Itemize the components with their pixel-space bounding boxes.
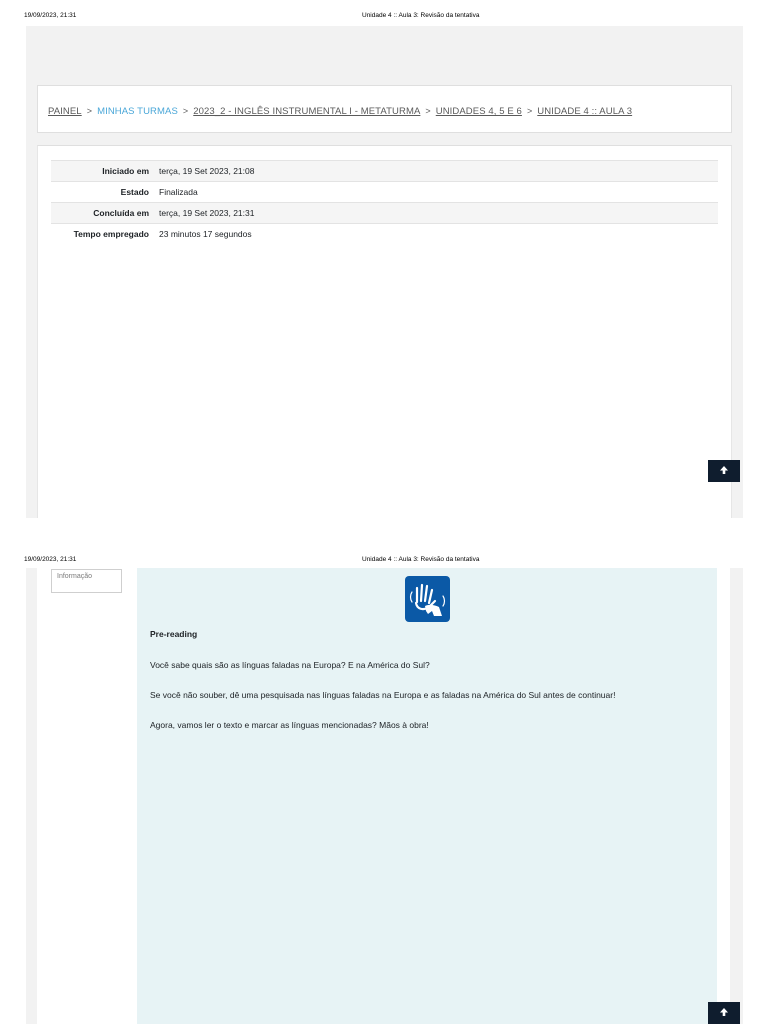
- breadcrumb-item-painel[interactable]: PAINEL: [48, 106, 82, 117]
- question-paragraph: Você sabe quais são as línguas faladas n…: [150, 660, 430, 670]
- table-row: Estado Finalizada: [51, 181, 718, 203]
- breadcrumb-item-section[interactable]: UNIDADES 4, 5 E 6: [436, 106, 522, 117]
- print-timestamp: 19/09/2023, 21:31: [24, 12, 77, 19]
- arrow-up-icon: [720, 1008, 728, 1016]
- back-to-top-button[interactable]: [708, 1002, 740, 1024]
- summary-label-time-taken: Tempo empregado: [73, 229, 149, 239]
- print-page-title: Unidade 4 :: Aula 3: Revisão da tentativ…: [362, 12, 480, 19]
- print-header: 19/09/2023, 21:31 Unidade 4 :: Aula 3: R…: [0, 552, 768, 566]
- summary-value-started: terça, 19 Set 2023, 21:08: [159, 166, 255, 176]
- table-row: Iniciado em terça, 19 Set 2023, 21:08: [51, 160, 718, 182]
- arrow-up-icon: [720, 466, 728, 474]
- question-info-box: Informação: [51, 569, 122, 593]
- table-row: Tempo empregado 23 minutos 17 segundos: [51, 223, 718, 244]
- breadcrumb-card: PAINEL > MINHAS TURMAS >2023_2 - INGLÊS INS…: [37, 85, 732, 133]
- breadcrumb-item-activity[interactable]: UNIDADE 4 :: AULA 3: [537, 106, 632, 117]
- attempt-summary-table: Iniciado em terça, 19 Set 2023, 21:08 Es…: [51, 160, 718, 244]
- summary-value-completed: terça, 19 Set 2023, 21:31: [159, 208, 255, 218]
- question-paragraph: Agora, vamos ler o texto e marcar as lín…: [150, 720, 429, 730]
- table-row: Concluída em terça, 19 Set 2023, 21:31: [51, 202, 718, 224]
- attempt-summary-card: Iniciado em terça, 19 Set 2023, 21:08 Es…: [37, 145, 732, 518]
- print-page-title: Unidade 4 :: Aula 3: Revisão da tentativ…: [362, 556, 480, 563]
- breadcrumb-item-minhas-turmas[interactable]: MINHAS TURMAS: [97, 106, 178, 117]
- question-info-label: Informação: [57, 573, 93, 580]
- breadcrumb-separator: >: [182, 106, 189, 116]
- summary-label-state: Estado: [120, 187, 149, 197]
- question-heading: Pre-reading: [150, 629, 198, 639]
- question-paragraph: Se você não souber, dê uma pesquisada na…: [150, 690, 616, 700]
- summary-value-state: Finalizada: [159, 187, 198, 197]
- summary-value-time-taken: 23 minutos 17 segundos: [159, 229, 252, 239]
- back-to-top-button[interactable]: [708, 460, 740, 482]
- breadcrumb-item-course[interactable]: 2023_2 - INGLÊS INSTRUMENTAL I - METATUR…: [193, 106, 420, 117]
- question-content: Pre-reading Você sabe quais são as língu…: [137, 568, 717, 1024]
- breadcrumb-separator: >: [425, 106, 431, 116]
- print-timestamp: 19/09/2023, 21:31: [24, 556, 77, 563]
- breadcrumb-separator: >: [526, 106, 533, 116]
- print-header: 19/09/2023, 21:31 Unidade 4 :: Aula 3: R…: [0, 8, 768, 22]
- breadcrumb-separator: >: [86, 106, 93, 116]
- breadcrumb: PAINEL > MINHAS TURMAS >2023_2 - INGLÊS INS…: [48, 106, 632, 117]
- sign-language-icon[interactable]: [405, 576, 450, 622]
- summary-label-completed: Concluída em: [93, 208, 149, 218]
- summary-label-started: Iniciado em: [102, 166, 149, 176]
